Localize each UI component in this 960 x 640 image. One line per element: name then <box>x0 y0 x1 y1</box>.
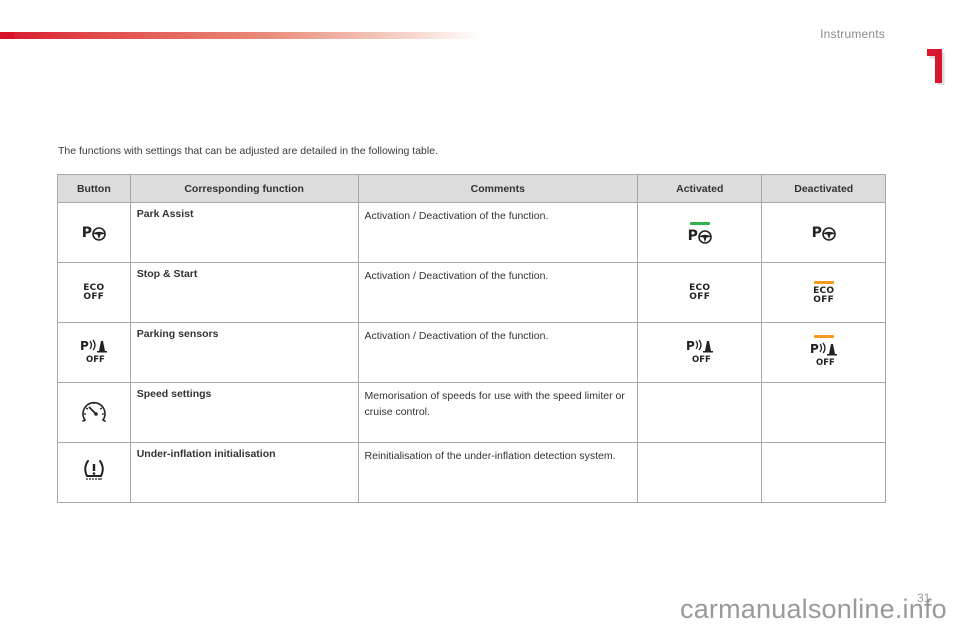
column-header-activated: Activated <box>637 174 763 203</box>
function-name: Under-inflation initialisation <box>129 442 359 503</box>
table-row: P OFF Parking sensors Activation / Deact… <box>57 322 886 383</box>
activated-cell: P OFF <box>637 322 763 383</box>
svg-text:OFF: OFF <box>816 358 835 367</box>
svg-text:P: P <box>686 339 695 353</box>
activated-cell <box>637 382 763 443</box>
column-header-function: Corresponding function <box>129 174 359 203</box>
header-accent-bar <box>0 32 480 39</box>
table-row: ECO OFF Stop & Start Activation / Deactiv… <box>57 262 886 323</box>
button-cell: ECO OFF <box>57 262 131 323</box>
activated-cell: ECO OFF <box>637 262 763 323</box>
table-row: Under-inflation initialisation Reinitial… <box>57 442 886 503</box>
indicator-light-orange <box>813 280 834 284</box>
button-cell <box>57 442 131 503</box>
activated-cell: P <box>637 202 763 263</box>
settings-table: Button Corresponding function Comments A… <box>57 174 886 503</box>
deactivated-cell <box>761 382 886 443</box>
deactivated-cell <box>761 442 886 503</box>
parking-sensors-off-icon: P OFF <box>684 338 716 367</box>
tyre-pressure-warning-icon <box>84 460 104 480</box>
function-comment: Activation / Deactivation of the functio… <box>357 202 639 263</box>
function-name: Park Assist <box>129 202 359 263</box>
function-name: Stop & Start <box>129 262 359 323</box>
function-name: Speed settings <box>129 382 359 443</box>
eco-off-icon: ECO OFF <box>689 282 711 302</box>
svg-text:OFF: OFF <box>692 355 711 364</box>
function-comment: Activation / Deactivation of the functio… <box>357 322 639 383</box>
button-cell: P <box>57 202 131 263</box>
deactivated-cell: P OFF <box>761 322 886 383</box>
indicator-light-orange <box>813 335 834 338</box>
park-assist-icon: P <box>812 225 836 241</box>
parking-sensors-off-icon: P OFF <box>808 335 840 370</box>
function-comment: Reinitialisation of the under-inflation … <box>357 442 639 503</box>
function-comment: Memorisation of speeds for use with the … <box>357 382 639 443</box>
activated-cell <box>637 442 763 503</box>
button-cell: P OFF <box>57 322 131 383</box>
watermark[interactable]: carmanualsonline.info <box>680 594 947 625</box>
park-assist-icon: P <box>82 225 106 241</box>
column-header-deactivated: Deactivated <box>761 174 886 203</box>
intro-text: The functions with settings that can be … <box>58 145 438 157</box>
deactivated-cell: P <box>761 202 886 263</box>
function-name: Parking sensors <box>129 322 359 383</box>
chapter-number <box>927 49 945 85</box>
svg-text:P: P <box>80 339 89 353</box>
svg-text:P: P <box>810 342 819 356</box>
column-header-button: Button <box>57 174 131 203</box>
indicator-light-green <box>689 221 710 225</box>
button-cell <box>57 382 131 443</box>
section-title: Instruments <box>820 27 885 41</box>
svg-text:OFF: OFF <box>86 355 105 364</box>
parking-sensors-off-icon: P OFF <box>78 338 110 367</box>
eco-off-icon: ECO OFF <box>83 282 105 302</box>
function-comment: Activation / Deactivation of the functio… <box>357 262 639 323</box>
speedometer-icon <box>82 401 106 422</box>
park-assist-icon: P <box>688 221 712 244</box>
table-row: P Park Assist Activation / Deactivation … <box>57 202 886 263</box>
table-row: Speed settings Memorisation of speeds fo… <box>57 382 886 443</box>
column-header-comments: Comments <box>357 174 639 203</box>
deactivated-cell: ECO OFF <box>761 262 886 323</box>
eco-off-icon: ECO OFF <box>813 280 834 305</box>
table-header-row: Button Corresponding function Comments A… <box>57 174 886 203</box>
